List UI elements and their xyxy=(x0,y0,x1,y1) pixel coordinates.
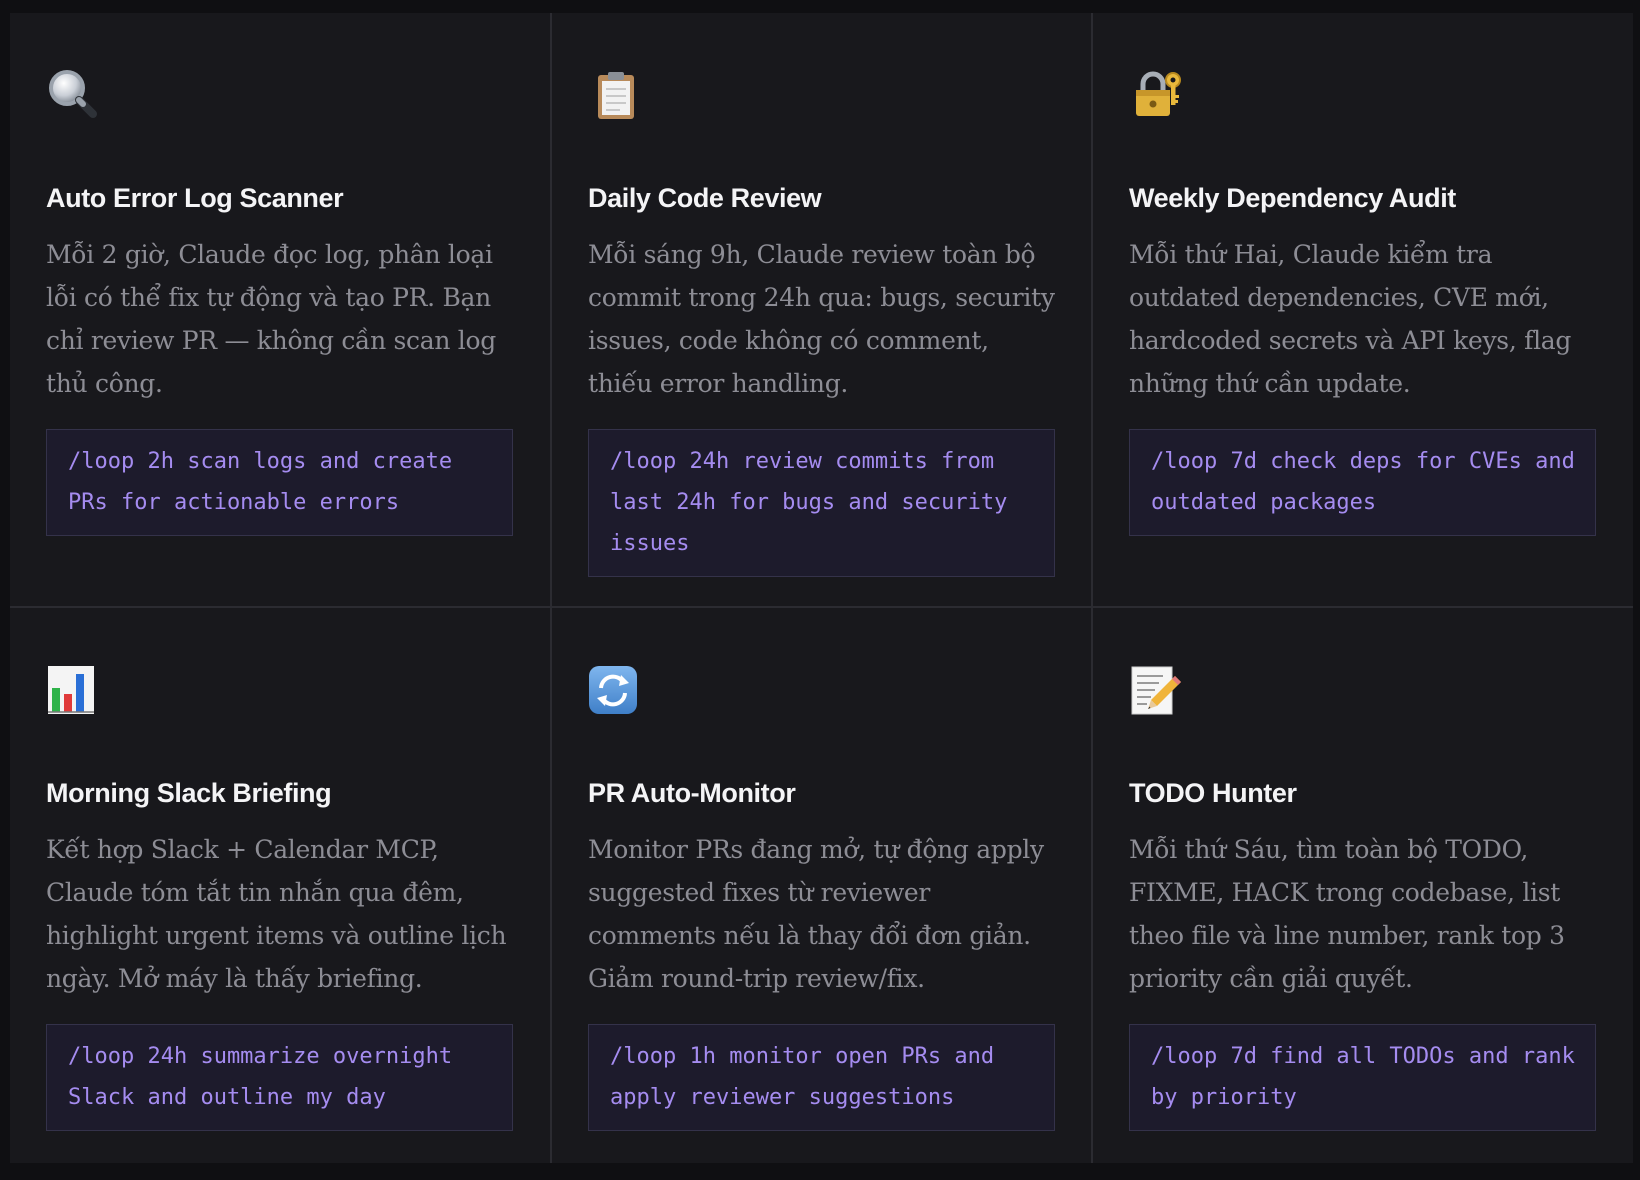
loop-command[interactable]: /loop 24h summarize overnight Slack and … xyxy=(46,1024,513,1131)
card-daily-code-review: Daily Code Review Mỗi sáng 9h, Claude re… xyxy=(552,13,1093,608)
loop-command[interactable]: /loop 1h monitor open PRs and apply revi… xyxy=(588,1024,1055,1131)
card-description: Mỗi thứ Hai, Claude kiểm tra outdated de… xyxy=(1129,240,1572,398)
card-description: Mỗi thứ Sáu, tìm toàn bộ TODO, FIXME, HA… xyxy=(1129,835,1565,993)
card-todo-hunter: TODO Hunter Mỗi thứ Sáu, tìm toàn bộ TOD… xyxy=(1093,608,1633,1163)
card-description: Mỗi 2 giờ, Claude đọc log, phân loại lỗi… xyxy=(46,240,496,398)
loop-command[interactable]: /loop 2h scan logs and create PRs for ac… xyxy=(46,429,513,536)
loop-command[interactable]: /loop 24h review commits from last 24h f… xyxy=(588,429,1055,577)
refresh-arrows-icon xyxy=(588,662,644,718)
card-auto-error-log-scanner: Auto Error Log Scanner Mỗi 2 giờ, Claude… xyxy=(10,13,552,608)
card-description: Monitor PRs đang mở, tự động apply sugge… xyxy=(588,835,1044,993)
card-title: TODO Hunter xyxy=(1129,778,1297,808)
magnifying-glass-icon xyxy=(46,67,102,123)
lock-with-key-icon xyxy=(1129,67,1185,123)
card-description: Mỗi sáng 9h, Claude review toàn bộ commi… xyxy=(588,240,1055,398)
card-title: Daily Code Review xyxy=(588,183,822,213)
card-title: PR Auto-Monitor xyxy=(588,778,796,808)
bar-chart-icon xyxy=(46,662,102,718)
loop-command[interactable]: /loop 7d check deps for CVEs and outdate… xyxy=(1129,429,1596,536)
memo-pencil-icon xyxy=(1129,662,1185,718)
clipboard-icon xyxy=(588,67,644,123)
card-morning-slack-briefing: Morning Slack Briefing Kết hợp Slack + C… xyxy=(10,608,552,1163)
card-pr-auto-monitor: PR Auto-Monitor Monitor PRs đang mở, tự … xyxy=(552,608,1093,1163)
card-weekly-dependency-audit: Weekly Dependency Audit Mỗi thứ Hai, Cla… xyxy=(1093,13,1633,608)
card-title: Auto Error Log Scanner xyxy=(46,183,344,213)
card-title: Morning Slack Briefing xyxy=(46,778,332,808)
loop-command[interactable]: /loop 7d find all TODOs and rank by prio… xyxy=(1129,1024,1596,1131)
use-case-grid: Auto Error Log Scanner Mỗi 2 giờ, Claude… xyxy=(10,13,1633,1163)
card-description: Kết hợp Slack + Calendar MCP, Claude tóm… xyxy=(46,835,507,993)
card-title: Weekly Dependency Audit xyxy=(1129,183,1456,213)
